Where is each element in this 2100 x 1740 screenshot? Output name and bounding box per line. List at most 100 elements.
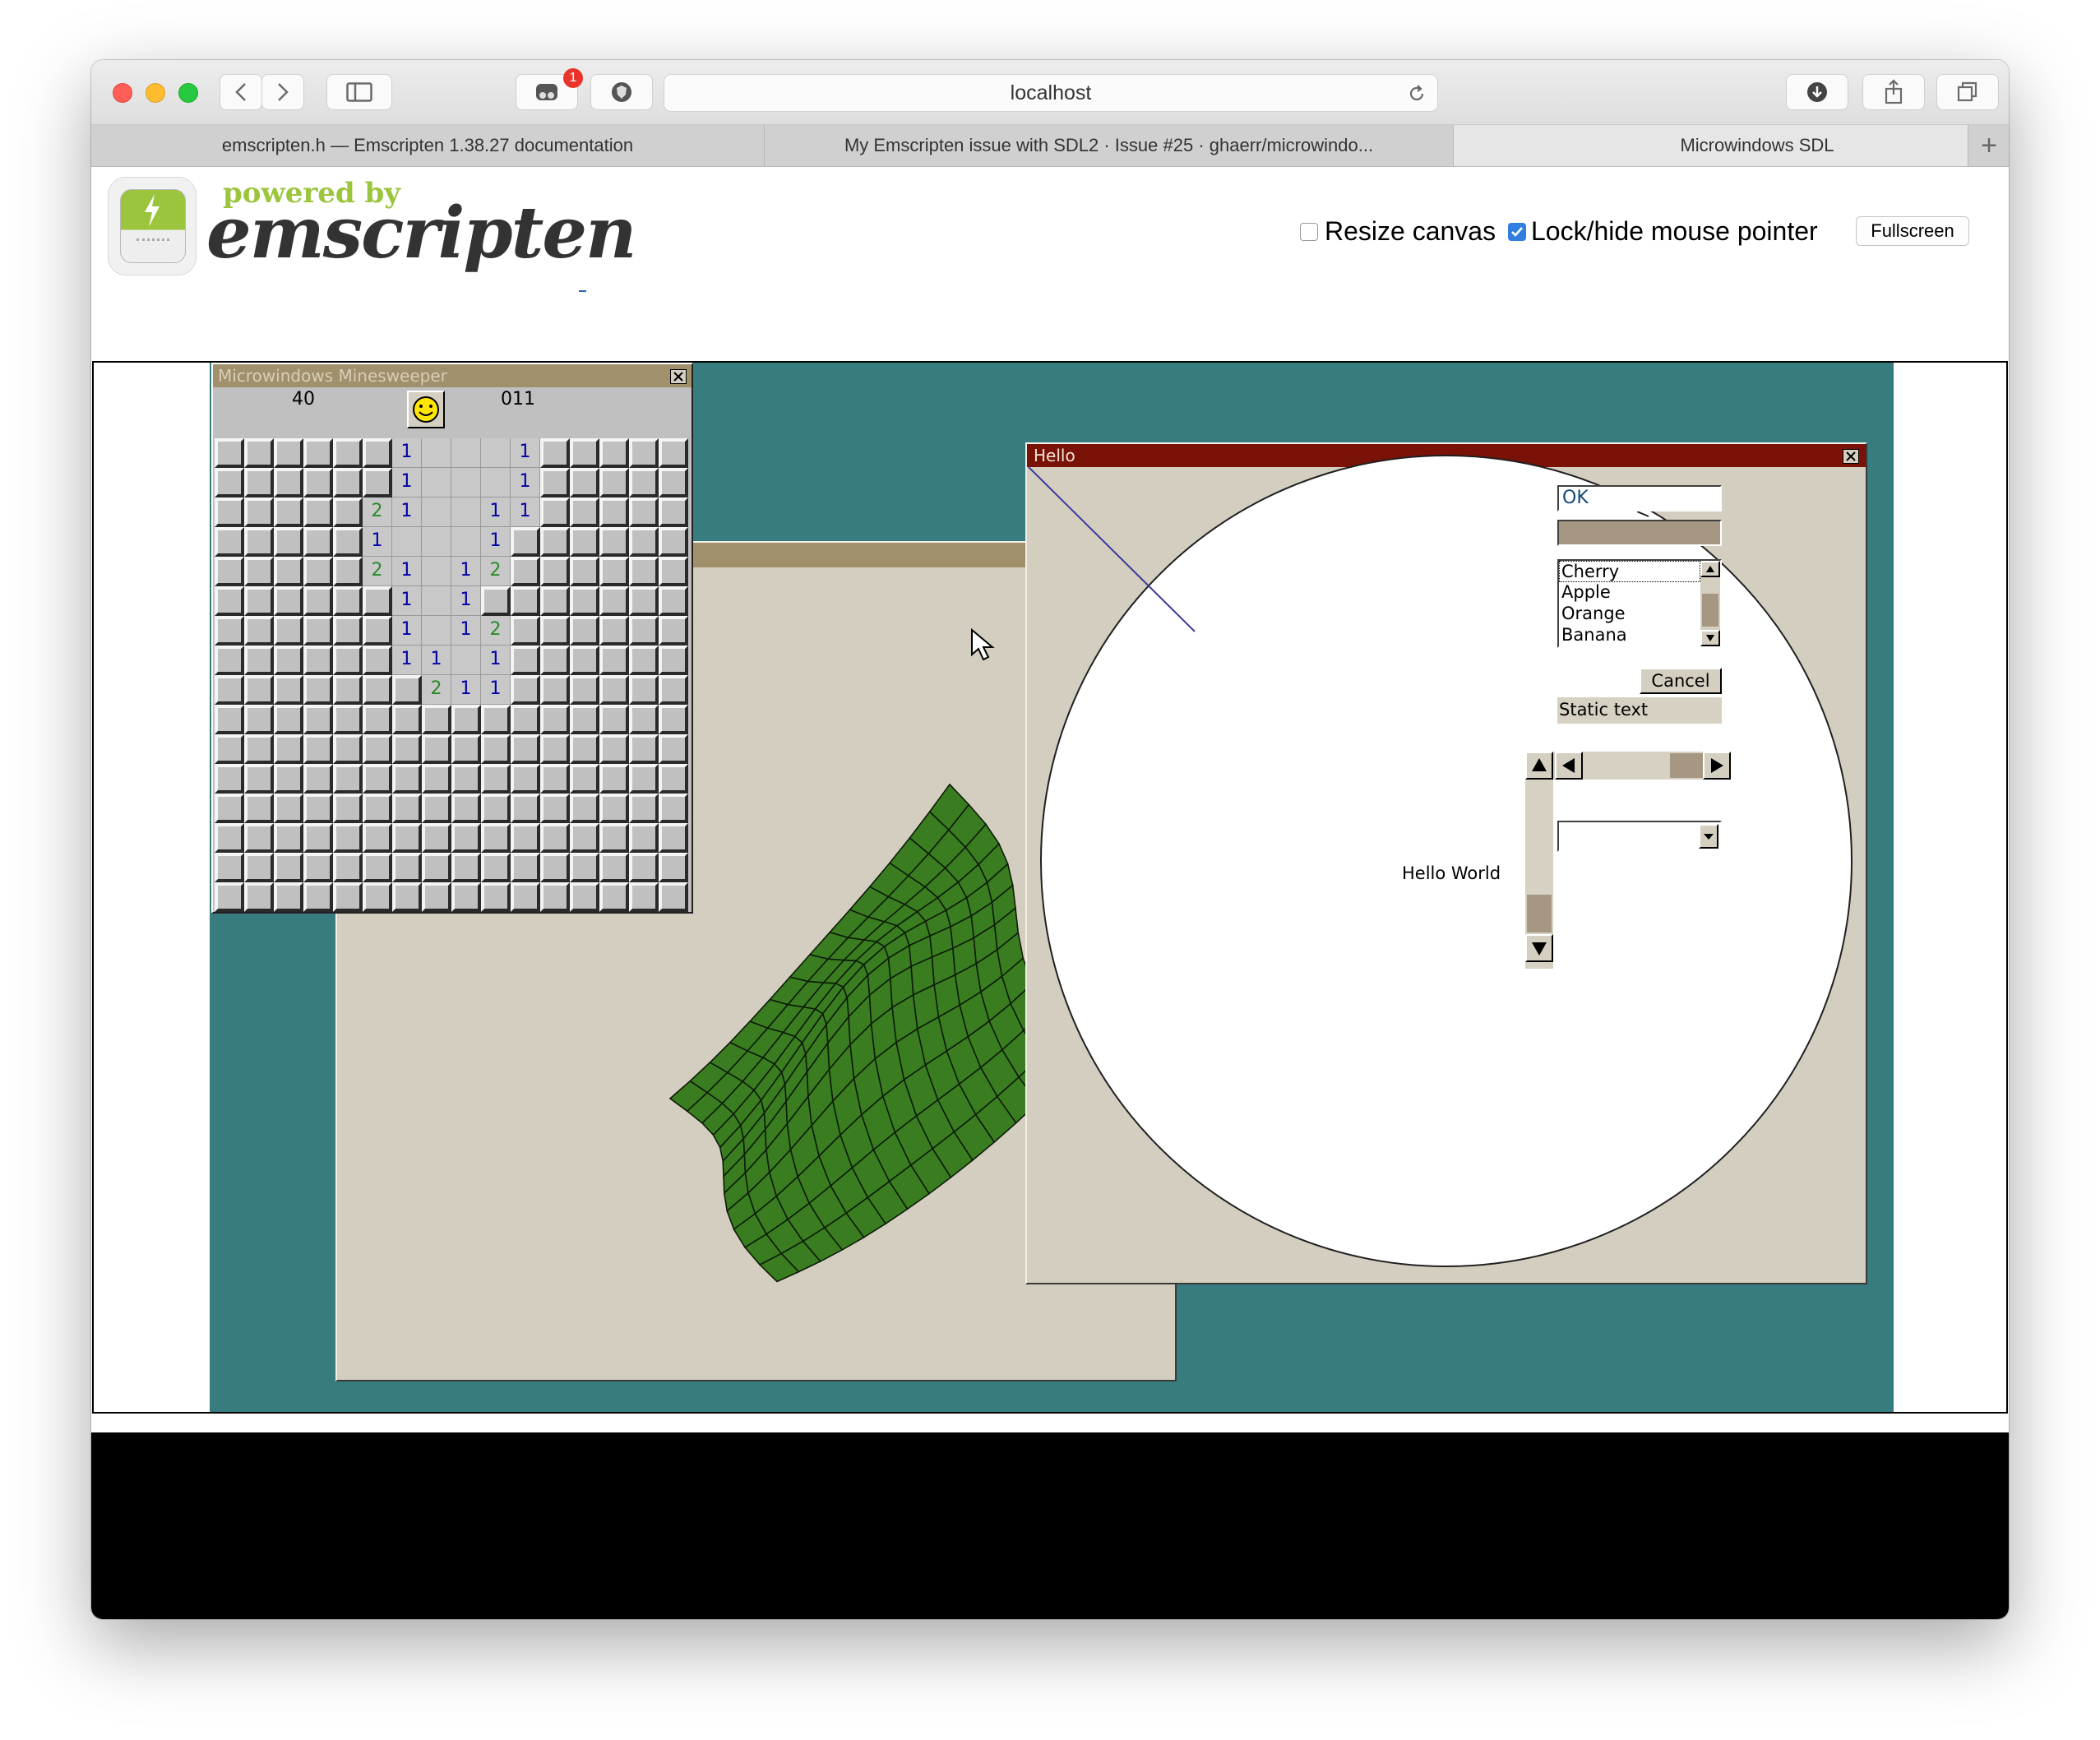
covered-cell[interactable] — [540, 468, 570, 497]
covered-cell[interactable] — [422, 734, 451, 764]
covered-cell[interactable] — [333, 497, 363, 527]
covered-cell[interactable] — [629, 468, 659, 497]
covered-cell[interactable] — [244, 557, 274, 586]
covered-cell[interactable] — [481, 764, 511, 794]
minesweeper-window[interactable]: Microwindows Minesweeper 40 011 11112111… — [211, 363, 693, 914]
covered-cell[interactable] — [215, 527, 244, 557]
covered-cell[interactable] — [481, 705, 511, 734]
reload-icon[interactable] — [1406, 83, 1427, 104]
covered-cell[interactable] — [659, 586, 688, 616]
sdl-canvas[interactable]: Microwindows Minesweeper 40 011 11112111… — [92, 361, 2008, 1414]
covered-cell[interactable] — [599, 853, 629, 882]
tab-microwindows-sdl[interactable]: Microwindows SDL — [1454, 125, 2009, 166]
covered-cell[interactable] — [451, 764, 481, 794]
covered-cell[interactable] — [244, 497, 274, 527]
covered-cell[interactable] — [599, 616, 629, 646]
covered-cell[interactable] — [333, 853, 363, 882]
covered-cell[interactable] — [599, 764, 629, 794]
covered-cell[interactable] — [629, 586, 659, 616]
covered-cell[interactable] — [215, 557, 244, 586]
covered-cell[interactable] — [333, 705, 363, 734]
covered-cell[interactable] — [422, 823, 451, 853]
fruit-listbox[interactable]: Cherry Apple Orange Banana — [1557, 559, 1722, 648]
covered-cell[interactable] — [599, 646, 629, 675]
covered-cell[interactable] — [303, 438, 333, 468]
covered-cell[interactable] — [570, 734, 599, 764]
covered-cell[interactable] — [303, 497, 333, 527]
covered-cell[interactable] — [629, 882, 659, 912]
covered-cell[interactable] — [215, 616, 244, 646]
covered-cell[interactable] — [244, 853, 274, 882]
covered-cell[interactable] — [511, 616, 540, 646]
covered-cell[interactable] — [244, 764, 274, 794]
covered-cell[interactable] — [363, 586, 392, 616]
covered-cell[interactable] — [363, 764, 392, 794]
sidebar-button[interactable] — [326, 74, 392, 110]
covered-cell[interactable] — [481, 734, 511, 764]
list-item[interactable]: Cherry — [1559, 561, 1700, 582]
vertical-scrollbar[interactable] — [1525, 780, 1553, 969]
covered-cell[interactable] — [244, 794, 274, 823]
covered-cell[interactable] — [363, 734, 392, 764]
list-item[interactable]: Banana — [1559, 625, 1703, 646]
covered-cell[interactable] — [659, 557, 688, 586]
covered-cell[interactable] — [215, 646, 244, 675]
covered-cell[interactable] — [215, 705, 244, 734]
covered-cell[interactable] — [303, 794, 333, 823]
covered-cell[interactable] — [481, 794, 511, 823]
covered-cell[interactable] — [274, 438, 303, 468]
covered-cell[interactable] — [629, 675, 659, 705]
covered-cell[interactable] — [599, 882, 629, 912]
scroll-left-button[interactable] — [1555, 752, 1583, 780]
covered-cell[interactable] — [570, 646, 599, 675]
covered-cell[interactable] — [511, 734, 540, 764]
tab-overview-button[interactable] — [1936, 74, 1999, 110]
covered-cell[interactable] — [215, 734, 244, 764]
covered-cell[interactable] — [333, 616, 363, 646]
resize-canvas-checkbox[interactable] — [1300, 223, 1318, 241]
minefield-grid[interactable]: 1111211111211211112111211 — [215, 438, 688, 912]
covered-cell[interactable] — [392, 764, 422, 794]
covered-cell[interactable] — [511, 705, 540, 734]
covered-cell[interactable] — [274, 497, 303, 527]
covered-cell[interactable] — [363, 705, 392, 734]
covered-cell[interactable] — [570, 794, 599, 823]
covered-cell[interactable] — [422, 882, 451, 912]
covered-cell[interactable] — [659, 882, 688, 912]
covered-cell[interactable] — [274, 764, 303, 794]
forward-button[interactable] — [261, 74, 304, 110]
covered-cell[interactable] — [392, 853, 422, 882]
combo-dropdown-button[interactable] — [1699, 824, 1718, 849]
scroll-right-button[interactable] — [1703, 752, 1731, 780]
covered-cell[interactable] — [333, 764, 363, 794]
covered-cell[interactable] — [333, 438, 363, 468]
covered-cell[interactable] — [540, 646, 570, 675]
covered-cell[interactable] — [244, 586, 274, 616]
minesweeper-titlebar[interactable]: Microwindows Minesweeper — [213, 364, 692, 387]
covered-cell[interactable] — [215, 468, 244, 497]
covered-cell[interactable] — [303, 527, 333, 557]
covered-cell[interactable] — [422, 853, 451, 882]
covered-cell[interactable] — [599, 823, 629, 853]
covered-cell[interactable] — [599, 557, 629, 586]
covered-cell[interactable] — [363, 616, 392, 646]
scroll-down-button[interactable] — [1525, 934, 1553, 962]
lock-mouse-checkbox[interactable] — [1508, 223, 1526, 241]
covered-cell[interactable] — [540, 497, 570, 527]
covered-cell[interactable] — [244, 705, 274, 734]
covered-cell[interactable] — [244, 675, 274, 705]
covered-cell[interactable] — [363, 853, 392, 882]
hello-window[interactable]: Hello OK Cherry Apple Orange Banana Canc… — [1025, 442, 1867, 1284]
covered-cell[interactable] — [540, 527, 570, 557]
covered-cell[interactable] — [570, 497, 599, 527]
new-game-face-button[interactable] — [407, 391, 445, 428]
covered-cell[interactable] — [363, 438, 392, 468]
covered-cell[interactable] — [244, 468, 274, 497]
covered-cell[interactable] — [451, 823, 481, 853]
covered-cell[interactable] — [274, 557, 303, 586]
covered-cell[interactable] — [629, 557, 659, 586]
covered-cell[interactable] — [392, 794, 422, 823]
covered-cell[interactable] — [599, 527, 629, 557]
covered-cell[interactable] — [570, 705, 599, 734]
covered-cell[interactable] — [511, 586, 540, 616]
